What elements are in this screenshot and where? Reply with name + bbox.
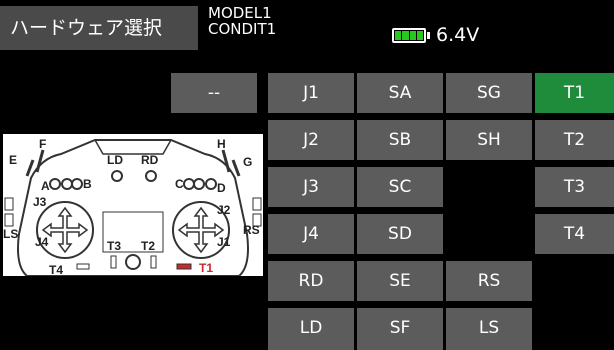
diagram-label-rd: RD xyxy=(141,153,159,167)
diagram-label-j3: J3 xyxy=(33,195,47,209)
header-bar: ハードウェア選択 MODEL1 CONDIT1 6.4V xyxy=(0,0,614,58)
hardware-button-t3[interactable]: T3 xyxy=(535,167,614,207)
hardware-button-ld[interactable]: LD xyxy=(268,308,354,350)
hardware-button-sb[interactable]: SB xyxy=(357,120,443,160)
diagram-label-h: H xyxy=(217,137,226,151)
hardware-button-sc[interactable]: SC xyxy=(357,167,443,207)
hardware-button-j3[interactable]: J3 xyxy=(268,167,354,207)
hardware-button-t2[interactable]: T2 xyxy=(535,120,614,160)
hardware-button-sa[interactable]: SA xyxy=(357,73,443,113)
transmitter-diagram: F H E G LD RD A B C D J3 J2 J4 J1 LS RS … xyxy=(3,134,263,276)
diagram-label-g: G xyxy=(243,155,252,169)
diagram-label-e: E xyxy=(9,153,17,167)
battery-tip xyxy=(427,32,430,39)
hardware-button-rd[interactable]: RD xyxy=(268,261,354,301)
hardware-button-j1[interactable]: J1 xyxy=(268,73,354,113)
hardware-button-se[interactable]: SE xyxy=(357,261,443,301)
diagram-label-j2: J2 xyxy=(217,203,231,217)
diagram-label-j1: J1 xyxy=(217,235,231,249)
diagram-label-t3: T3 xyxy=(107,239,121,253)
hardware-button-rs[interactable]: RS xyxy=(446,261,532,301)
battery-icon xyxy=(392,28,426,43)
diagram-label-t4: T4 xyxy=(49,263,63,276)
battery-status: 6.4V xyxy=(392,26,479,45)
battery-voltage: 6.4V xyxy=(436,24,480,46)
diagram-label-ls: LS xyxy=(3,227,18,241)
condition-name: CONDIT1 xyxy=(208,20,277,38)
hardware-button-t1[interactable]: T1 xyxy=(535,73,614,113)
hardware-button-j4[interactable]: J4 xyxy=(268,214,354,254)
diagram-label-t1: T1 xyxy=(199,261,213,275)
diagram-label-b: B xyxy=(83,177,92,191)
hardware-button-sg[interactable]: SG xyxy=(446,73,532,113)
model-info: MODEL1 CONDIT1 xyxy=(208,6,276,38)
hardware-button-t4[interactable]: T4 xyxy=(535,214,614,254)
hardware-button-ls[interactable]: LS xyxy=(446,308,532,350)
diagram-label-c: C xyxy=(175,177,184,191)
diagram-label-ld: LD xyxy=(107,153,123,167)
hardware-button-j2[interactable]: J2 xyxy=(268,120,354,160)
diagram-label-rs: RS xyxy=(243,223,260,237)
hardware-button-sd[interactable]: SD xyxy=(357,214,443,254)
screen-title: ハードウェア選択 xyxy=(0,6,198,50)
hardware-button-none[interactable]: -- xyxy=(171,73,257,113)
diagram-label-a: A xyxy=(41,179,50,193)
hardware-button-sf[interactable]: SF xyxy=(357,308,443,350)
diagram-label-d: D xyxy=(217,181,226,195)
diagram-label-j4: J4 xyxy=(35,235,49,249)
diagram-label-f: F xyxy=(39,137,46,151)
hardware-button-sh[interactable]: SH xyxy=(446,120,532,160)
diagram-label-t2: T2 xyxy=(141,239,155,253)
